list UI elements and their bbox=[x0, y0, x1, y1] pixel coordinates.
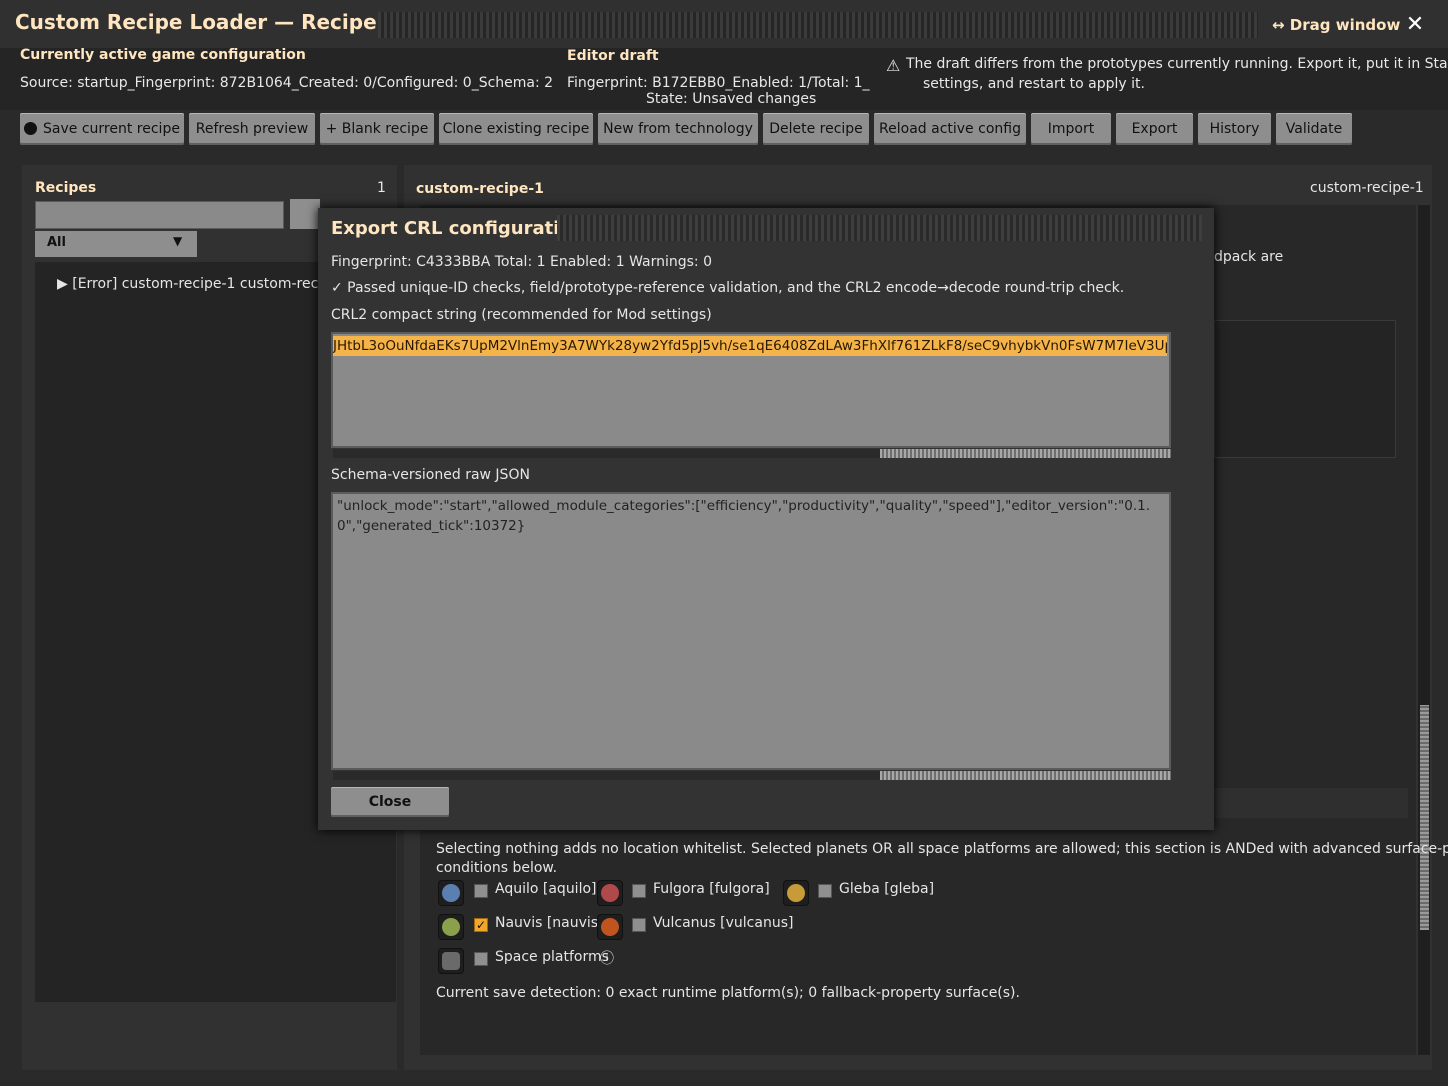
recipe-search-input[interactable] bbox=[35, 201, 284, 229]
compact-string-value: JHtbL3oOuNfdaEKs7UpM2VlnEmy3A7WYk28yw2Yf… bbox=[333, 336, 1167, 356]
import-button[interactable]: Import bbox=[1031, 113, 1111, 145]
nauvis-checkbox[interactable] bbox=[474, 918, 488, 932]
locations-description-line1: Selecting nothing adds no location white… bbox=[436, 841, 1448, 857]
draft-title: Editor draft bbox=[567, 48, 659, 64]
section-header-bar bbox=[1214, 788, 1408, 818]
close-window-button[interactable]: ✕ bbox=[1400, 10, 1430, 40]
list-item[interactable]: ▶ [Error] custom-recipe-1 custom-recipe bbox=[57, 276, 340, 292]
drag-handle[interactable] bbox=[378, 12, 1258, 38]
refresh-preview-button[interactable]: Refresh preview bbox=[189, 113, 315, 145]
raw-json-label: Schema-versioned raw JSON bbox=[331, 467, 530, 483]
raw-json-value: "unlock_mode":"start","allowed_module_ca… bbox=[337, 498, 1150, 534]
close-dialog-button[interactable]: Close bbox=[331, 787, 449, 817]
aquilo-planet-icon bbox=[438, 880, 464, 906]
active-config-title: Currently active game configuration bbox=[20, 47, 306, 63]
aquilo-label: Aquilo [aquilo] bbox=[495, 881, 597, 897]
active-config-source: Source: startup_Fingerprint: 872B1064_Cr… bbox=[20, 75, 554, 91]
raw-hscroll-thumb[interactable] bbox=[880, 771, 1171, 780]
export-summary: Fingerprint: C4333BBA Total: 1 Enabled: … bbox=[331, 254, 713, 270]
list-item-label: [Error] custom-recipe-1 custom-recipe bbox=[72, 276, 340, 292]
space-platforms-label: Space platforms bbox=[495, 949, 609, 965]
vulcanus-planet-icon bbox=[597, 914, 623, 940]
fulgora-checkbox[interactable] bbox=[632, 884, 646, 898]
save-recipe-label: Save current recipe bbox=[43, 121, 180, 137]
gleba-checkbox[interactable] bbox=[818, 884, 832, 898]
detail-scrollbar-thumb[interactable] bbox=[1420, 705, 1429, 930]
export-dialog-title: Export CRL configuration bbox=[331, 218, 585, 239]
record-icon bbox=[24, 122, 38, 135]
vulcanus-checkbox[interactable] bbox=[632, 918, 646, 932]
space-platform-icon bbox=[438, 948, 464, 974]
nauvis-planet-icon bbox=[438, 914, 464, 940]
recipe-filter-dropdown[interactable]: All ▼ bbox=[35, 231, 197, 257]
recipes-count: 1 bbox=[377, 180, 386, 196]
nauvis-label: Nauvis [nauvis] bbox=[495, 915, 604, 931]
fulgora-planet-icon bbox=[597, 880, 623, 906]
draft-state: State: Unsaved changes bbox=[646, 91, 817, 107]
save-detection-text: Current save detection: 0 exact runtime … bbox=[436, 985, 1020, 1001]
delete-recipe-button[interactable]: Delete recipe bbox=[763, 113, 869, 145]
chevron-down-icon: ▼ bbox=[173, 234, 183, 248]
vulcanus-label: Vulcanus [vulcanus] bbox=[653, 915, 794, 931]
warning-text-line2: settings, and restart to apply it. bbox=[923, 76, 1145, 92]
recipes-title: Recipes bbox=[35, 180, 97, 196]
drag-window-button[interactable]: ↔ Drag window bbox=[1272, 16, 1400, 34]
warning-text-line1: The draft differs from the prototypes cu… bbox=[906, 56, 1448, 72]
reload-active-config-button[interactable]: Reload active config bbox=[874, 113, 1026, 145]
warning-icon: ⚠ bbox=[886, 56, 901, 75]
compact-hscroll-thumb[interactable] bbox=[880, 449, 1171, 458]
fulgora-label: Fulgora [fulgora] bbox=[653, 881, 770, 897]
save-recipe-button[interactable]: Save current recipe bbox=[20, 113, 184, 145]
dialog-drag-handle[interactable] bbox=[557, 215, 1202, 241]
filter-selected-value: All bbox=[47, 235, 66, 250]
search-button[interactable] bbox=[290, 199, 320, 229]
gleba-label: Gleba [gleba] bbox=[839, 881, 935, 897]
expand-triangle-icon: ▶ bbox=[57, 276, 68, 292]
draft-fingerprint: Fingerprint: B172EBB0_Enabled: 1/Total: … bbox=[567, 75, 870, 91]
gleba-planet-icon bbox=[783, 880, 809, 906]
subsection-box bbox=[1214, 320, 1396, 458]
clone-recipe-button[interactable]: Clone existing recipe bbox=[439, 113, 593, 145]
validation-passed-text: ✓ Passed unique-ID checks, field/prototy… bbox=[331, 280, 1125, 296]
space-platforms-checkbox[interactable] bbox=[474, 952, 488, 966]
info-icon[interactable]: ⓘ bbox=[600, 948, 614, 968]
export-button[interactable]: Export bbox=[1116, 113, 1193, 145]
aquilo-checkbox[interactable] bbox=[474, 884, 488, 898]
history-button[interactable]: History bbox=[1198, 113, 1271, 145]
partial-description-text: dpack are bbox=[1214, 249, 1284, 265]
validate-button[interactable]: Validate bbox=[1276, 113, 1352, 145]
recipe-detail-id: custom-recipe-1 bbox=[1310, 180, 1424, 196]
new-from-technology-button[interactable]: New from technology bbox=[598, 113, 758, 145]
compact-string-label: CRL2 compact string (recommended for Mod… bbox=[331, 307, 712, 323]
locations-description-line2: conditions below. bbox=[436, 860, 558, 876]
blank-recipe-button[interactable]: + Blank recipe bbox=[320, 113, 434, 145]
recipe-detail-title: custom-recipe-1 bbox=[416, 181, 544, 197]
